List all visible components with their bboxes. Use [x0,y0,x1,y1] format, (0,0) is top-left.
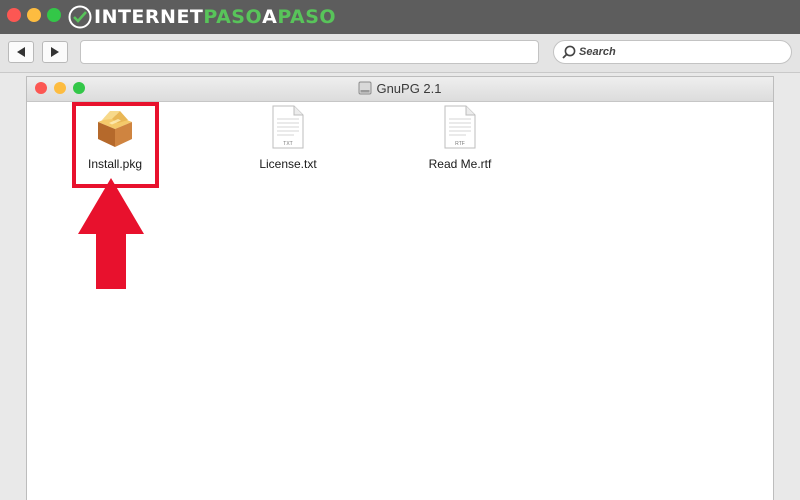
finder-titlebar: GnuPG 2.1 [27,77,773,102]
rtf-document-icon: RTF [444,105,476,149]
zoom-window-button[interactable] [47,8,61,22]
back-button[interactable] [8,41,34,63]
search-field[interactable]: Search [553,40,792,64]
forward-arrow-icon [51,47,59,57]
close-window-button[interactable] [7,8,21,22]
search-icon [562,45,576,59]
brand-text-part: PASO [277,6,337,28]
highlight-box [72,102,159,188]
brand-text-part: INTERNET [94,6,204,28]
browser-toolbar: Search [0,34,800,73]
finder-title-text: GnuPG 2.1 [376,81,442,96]
search-placeholder: Search [579,46,616,58]
red-arrow-icon [78,178,144,289]
file-name: Read Me.rtf [428,157,492,171]
site-logo: INTERNET PASO A PASO [68,5,336,29]
brand-text-part: PASO [203,6,263,28]
brand-logo-icon [68,5,92,29]
minimize-window-button[interactable] [27,8,41,22]
file-item-license-txt[interactable]: TXT License.txt [253,105,323,171]
forward-button[interactable] [42,41,68,63]
disk-image-icon [358,81,372,95]
file-type-badge: TXT [283,141,292,147]
outer-titlebar: INTERNET PASO A PASO [0,0,800,34]
text-document-icon: TXT [272,105,304,149]
back-arrow-icon [17,47,25,57]
finder-window-title: GnuPG 2.1 [27,81,773,96]
file-name: License.txt [259,157,317,171]
brand-text-part: A [262,6,278,28]
address-field[interactable] [80,40,539,64]
file-item-readme-rtf[interactable]: RTF Read Me.rtf [425,105,495,171]
file-type-badge: RTF [455,141,465,147]
